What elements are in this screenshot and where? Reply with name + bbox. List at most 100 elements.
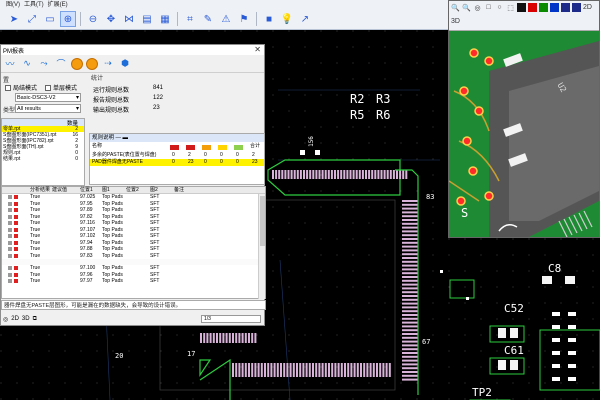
ic-pad-bottom[interactable] [299, 363, 302, 377]
drc-icon[interactable]: ⚠ [218, 11, 234, 27]
ic-pad-right[interactable] [402, 238, 418, 240]
ic-pad-top[interactable] [324, 170, 327, 179]
view-tool-icon[interactable]: 3D [451, 17, 460, 26]
ic-pad-top[interactable] [396, 170, 398, 179]
ic-pad-bottom[interactable] [222, 333, 225, 343]
ic-pad-top[interactable] [330, 170, 333, 179]
ic-pad-right[interactable] [402, 207, 418, 210]
ic-pad-right[interactable] [402, 355, 418, 358]
ic-pad-bottom[interactable] [334, 363, 337, 377]
ic-pad-bottom[interactable] [369, 363, 372, 377]
ic-pad-top[interactable] [321, 170, 324, 179]
stop-icon[interactable]: ■ [261, 11, 277, 27]
ic-pad-bottom[interactable] [388, 363, 391, 377]
ic-pad-right[interactable] [402, 203, 418, 206]
rule-set-select[interactable]: Basic-DSC3-V2 [15, 93, 81, 102]
smd-pad[interactable] [552, 364, 560, 368]
ic-pad-bottom[interactable] [379, 363, 382, 377]
view-tool-icon[interactable]: ⬚ [506, 3, 515, 12]
ic-pad-right[interactable] [402, 359, 418, 362]
ic-pad-top[interactable] [377, 170, 380, 179]
grid-column-header[interactable]: 建议值 [52, 187, 67, 194]
global-mode-checkbox[interactable]: 局结模式 [5, 83, 37, 92]
ic-pad-bottom[interactable] [244, 333, 247, 343]
ic-pad-bottom[interactable] [305, 363, 308, 377]
grid-column-header[interactable]: 备注 [174, 187, 184, 194]
layer-color-button[interactable] [539, 3, 548, 12]
ic-pad-bottom[interactable] [283, 363, 286, 377]
ic-pad-right[interactable] [402, 378, 418, 381]
ic-pad-bottom[interactable] [280, 363, 282, 377]
ic-pad-bottom[interactable] [353, 363, 356, 377]
smd-pad[interactable] [568, 325, 576, 329]
grid-column-header[interactable]: 位置1 [80, 187, 93, 194]
layer-icon[interactable]: ▤ [139, 11, 155, 27]
smd-pad[interactable] [552, 338, 560, 342]
layer-color-button[interactable] [550, 3, 559, 12]
smd-pad[interactable] [568, 338, 576, 342]
ic-pad-right[interactable] [402, 310, 418, 313]
target-icon[interactable]: ◎ [3, 316, 8, 323]
page-indicator[interactable]: 1/3 [201, 315, 261, 323]
layer-color-button[interactable] [561, 3, 570, 12]
ic-pad-right[interactable] [402, 276, 418, 278]
ic-pad-top[interactable] [349, 170, 352, 179]
ic-pad-bottom[interactable] [241, 363, 244, 377]
ic-pad-right[interactable] [402, 295, 418, 297]
ic-pad-top[interactable] [272, 170, 274, 179]
ic-pad-bottom[interactable] [264, 363, 266, 377]
ic-pad-bottom[interactable] [200, 333, 202, 343]
lamp-icon[interactable]: 💡 [279, 11, 295, 27]
ic-pad-right[interactable] [402, 215, 418, 218]
ic-pad-bottom[interactable] [344, 363, 346, 377]
arrow-icon[interactable]: ↗ [297, 11, 313, 27]
ic-pad-right[interactable] [402, 352, 418, 354]
ic-pad-right[interactable] [402, 371, 418, 373]
scroll-thumb[interactable] [260, 196, 265, 246]
ic-pad-bottom[interactable] [286, 363, 289, 377]
single-layer-checkbox[interactable]: 单层模式 [45, 83, 77, 92]
ic-pad-top[interactable] [284, 170, 287, 179]
close-icon[interactable]: ✕ [254, 45, 261, 55]
ic-pad-top[interactable] [383, 170, 386, 179]
view-tool-icon[interactable]: 🔍 [451, 3, 460, 12]
snap-icon[interactable]: ⌗ [182, 11, 198, 27]
ic-pad-right[interactable] [402, 249, 418, 252]
ic-pad-top[interactable] [399, 170, 402, 179]
ic-pad-bottom[interactable] [225, 333, 228, 343]
arc-icon[interactable]: ⌒ [54, 58, 68, 70]
ic-pad-right[interactable] [402, 260, 418, 263]
ic-pad-bottom[interactable] [212, 333, 215, 343]
smd-pad[interactable] [568, 351, 576, 355]
select-icon[interactable]: ➤ [6, 11, 22, 27]
smd-pad[interactable] [568, 364, 576, 368]
ic-pad-bottom[interactable] [241, 333, 244, 343]
view-tool-icon[interactable]: □ [484, 3, 493, 12]
ic-pad-bottom[interactable] [235, 363, 238, 377]
zoom-out-icon[interactable]: ⊖ [85, 11, 101, 27]
smd-pad[interactable] [568, 377, 576, 381]
dialog-titlebar[interactable]: PM报表 [1, 45, 264, 55]
ic-pad-top[interactable] [275, 170, 278, 179]
ic-pad-bottom[interactable] [312, 363, 314, 377]
view-tool-icon[interactable]: ◎ [473, 3, 482, 12]
ic-pad-right[interactable] [402, 340, 418, 343]
ic-pad-right[interactable] [402, 336, 418, 339]
3d-viewport[interactable]: S U2 [449, 31, 599, 237]
pan-icon[interactable]: ✥ [103, 11, 119, 27]
ic-pad-bottom[interactable] [216, 333, 218, 343]
ic-pad-bottom[interactable] [382, 363, 385, 377]
ic-pad-bottom[interactable] [238, 333, 241, 343]
export-icon[interactable]: ⬢ [118, 58, 132, 70]
checkbox-box[interactable] [5, 84, 11, 91]
ic-pad-bottom[interactable] [318, 363, 321, 377]
ic-pad-right[interactable] [402, 317, 418, 320]
ic-pad-bottom[interactable] [337, 363, 340, 377]
ic-pad-right[interactable] [402, 329, 418, 332]
ic-pad-top[interactable] [303, 170, 305, 179]
grid-column-header[interactable]: 位置2 [126, 187, 139, 194]
grid-scrollbar[interactable] [258, 194, 265, 299]
ic-pad-bottom[interactable] [270, 363, 273, 377]
ic-pad-right[interactable] [402, 374, 418, 377]
wave-icon[interactable]: 〰 [3, 58, 17, 70]
